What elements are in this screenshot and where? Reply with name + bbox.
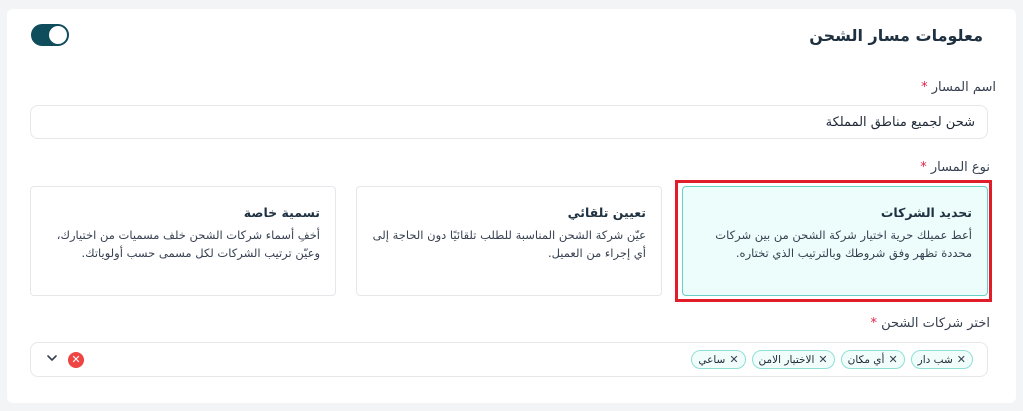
selected-carrier-chips: شب دار ✕ أي مكان ✕ الاختيار الامن ✕ ساعي…: [691, 350, 973, 369]
toggle-knob: [49, 26, 67, 44]
shipping-route-card: معلومات مسار الشحن اسم المسار * نوع المس…: [7, 9, 1016, 403]
chip-remove-icon[interactable]: ✕: [818, 353, 827, 366]
section-title: معلومات مسار الشحن: [809, 26, 983, 45]
carriers-label: اختر شركات الشحن *: [870, 316, 990, 331]
route-type-label-text: نوع المسار: [930, 160, 990, 175]
option-title: تحديد الشركات: [880, 205, 972, 220]
carrier-chip: الاختيار الامن ✕: [751, 350, 835, 369]
chip-remove-icon[interactable]: ✕: [888, 353, 897, 366]
route-enabled-toggle[interactable]: [31, 24, 69, 46]
chip-label: شب دار: [917, 353, 953, 366]
option-description: أعط عميلك حرية اختيار شركة الشحن من بين …: [715, 228, 972, 260]
route-name-input[interactable]: [30, 105, 988, 139]
close-circle-icon[interactable]: ✕: [68, 352, 84, 368]
carriers-label-text: اختر شركات الشحن: [881, 316, 990, 331]
chip-label: ساعي: [698, 353, 726, 366]
route-type-option-auto-assign[interactable]: تعيين تلقائي عيّن شركة الشحن المناسبة لل…: [356, 186, 662, 296]
route-name-label: اسم المسار *: [921, 80, 996, 95]
carrier-chip: شب دار ✕: [910, 350, 973, 369]
required-mark: *: [921, 80, 928, 95]
option-title: تعيين تلقائي: [567, 205, 646, 220]
option-title: تسمية خاصة: [243, 205, 320, 220]
option-description: أخفِ أسماء شركات الشحن خلف مسميات من اخت…: [56, 228, 320, 260]
route-name-label-text: اسم المسار: [931, 80, 996, 95]
carrier-chip: أي مكان ✕: [840, 350, 905, 369]
route-type-label: نوع المسار *: [920, 160, 990, 175]
chip-remove-icon[interactable]: ✕: [729, 353, 738, 366]
carrier-chip: ساعي ✕: [691, 350, 746, 369]
chip-label: الاختيار الامن: [758, 353, 815, 366]
route-type-option-custom-naming[interactable]: تسمية خاصة أخفِ أسماء شركات الشحن خلف مس…: [30, 186, 336, 296]
route-type-option-select-carriers[interactable]: تحديد الشركات أعط عميلك حرية اختيار شركة…: [682, 186, 988, 296]
required-mark: *: [870, 316, 877, 331]
chip-remove-icon[interactable]: ✕: [957, 353, 966, 366]
required-mark: *: [920, 160, 927, 175]
chevron-down-icon[interactable]: [45, 351, 59, 365]
carriers-multiselect[interactable]: شب دار ✕ أي مكان ✕ الاختيار الامن ✕ ساعي…: [30, 342, 988, 377]
chip-label: أي مكان: [847, 353, 885, 366]
option-description: عيّن شركة الشحن المناسبة للطلب تلقائيًا …: [372, 228, 646, 260]
